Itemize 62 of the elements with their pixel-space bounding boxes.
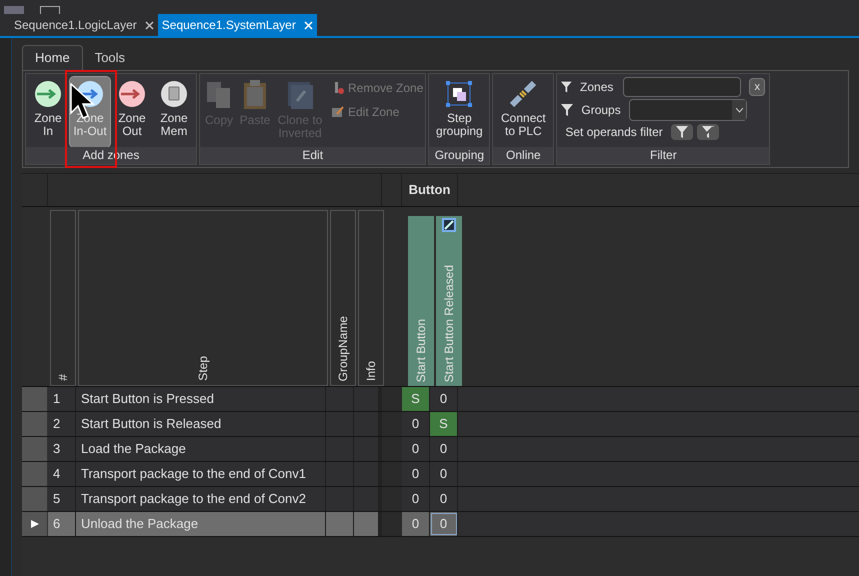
table-cell: Load the Package — [76, 437, 326, 461]
table-cell: Transport package to the end of Conv2 — [76, 487, 326, 511]
table-row[interactable]: 2 Start Button is Released 0 S — [22, 412, 859, 437]
ribbon-button[interactable]: Connect to PLC — [495, 77, 552, 147]
column-group-header: Button — [402, 174, 458, 206]
document-tab[interactable]: Sequence1.LogicLayer — [10, 14, 158, 36]
column-header[interactable]: Info — [358, 210, 384, 386]
plug-icon — [508, 79, 538, 109]
signal-cell[interactable]: 0 — [430, 512, 458, 536]
signal-cell[interactable]: S — [430, 412, 458, 436]
signal-cell[interactable]: 0 — [402, 512, 430, 536]
clear-filter-button[interactable] — [696, 124, 719, 140]
ribbon-tab[interactable]: Home — [22, 45, 83, 70]
signal-icon — [442, 218, 456, 232]
column-header[interactable]: GroupName — [330, 210, 356, 386]
ribbon-tab[interactable]: Tools — [82, 45, 138, 70]
table-row[interactable]: 5 Transport package to the end of Conv2 0 0 — [22, 487, 859, 512]
clipboard-icon — [241, 79, 269, 111]
signal-cell[interactable]: S — [402, 387, 430, 411]
table-row[interactable]: 1 Start Button is Pressed S 0 — [22, 387, 859, 412]
ribbon-button[interactable]: Step grouping — [431, 77, 488, 147]
zones-label: Zones — [579, 79, 614, 96]
table-cell: 5 — [48, 487, 76, 511]
toolbar-icon[interactable] — [40, 6, 60, 14]
current-row-icon — [30, 520, 38, 528]
ribbon-button[interactable]: Zone Out — [112, 77, 152, 147]
table-row[interactable]: 3 Load the Package 0 0 — [22, 437, 859, 462]
groups-label: Groups — [580, 102, 622, 119]
table-cell: Unload the Package — [76, 512, 326, 536]
group-label: Filter — [557, 147, 770, 164]
group-label: Edit — [200, 147, 426, 164]
group-label: Online — [493, 147, 554, 164]
filter-icon — [561, 104, 574, 116]
ribbon-button[interactable]: Zone In — [28, 77, 68, 147]
edit-icon — [332, 106, 344, 118]
table-cell: Transport package to the end of Conv1 — [76, 462, 326, 486]
zones-field[interactable] — [623, 77, 742, 97]
ribbon-button[interactable]: Zone Mem — [154, 77, 194, 147]
table-row[interactable]: 4 Transport package to the end of Conv1 0 0 — [22, 462, 859, 487]
document-tab[interactable]: Sequence1.SystemLayer — [158, 14, 317, 36]
close-icon[interactable] — [144, 20, 154, 30]
table-cell: 3 — [48, 437, 76, 461]
filter-off-icon — [702, 126, 714, 138]
table-cell: 6 — [48, 512, 76, 536]
column-header[interactable]: # — [50, 210, 76, 386]
grouping-icon — [444, 79, 474, 109]
table-row[interactable]: 6 Unload the Package 0 0 — [22, 512, 859, 537]
filter-icon — [561, 81, 572, 93]
column-header[interactable]: Step — [78, 210, 328, 386]
remove-icon — [332, 82, 344, 94]
chevron-down-icon — [736, 108, 743, 112]
memory-circle-icon — [159, 79, 189, 109]
table-cell: Start Button is Pressed — [76, 387, 326, 411]
filter-icon — [676, 126, 688, 138]
filter-button[interactable] — [670, 124, 693, 140]
table-cell: 4 — [48, 462, 76, 486]
table-cell: 1 — [48, 387, 76, 411]
clear-button[interactable]: x — [749, 78, 766, 96]
operands-filter-label: Set operands filter — [565, 124, 663, 141]
table-cell: 2 — [48, 412, 76, 436]
group-label: Grouping — [429, 147, 490, 164]
table-cell: Start Button is Released — [76, 412, 326, 436]
